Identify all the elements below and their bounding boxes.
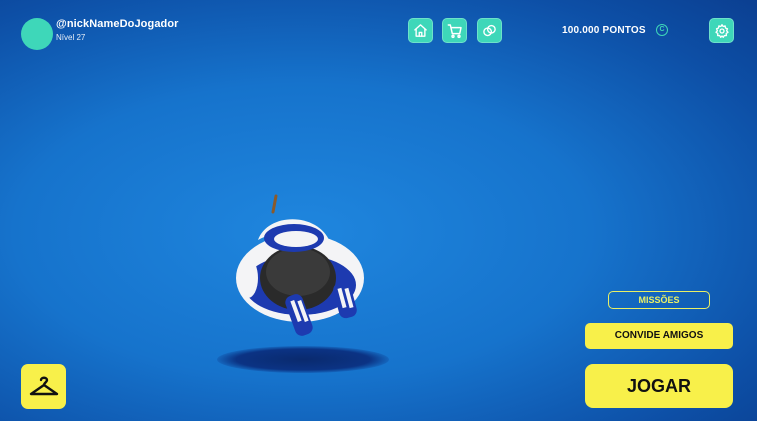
player-nickname: @nickNameDoJogador bbox=[56, 18, 179, 30]
store-button[interactable] bbox=[442, 18, 467, 43]
home-icon bbox=[414, 24, 427, 37]
player-avatar[interactable] bbox=[21, 18, 53, 50]
player-level: Nível 27 bbox=[56, 33, 86, 42]
wardrobe-rings-icon bbox=[483, 24, 496, 37]
cart-icon bbox=[447, 23, 462, 38]
collection-button[interactable] bbox=[477, 18, 502, 43]
settings-button[interactable] bbox=[709, 18, 734, 43]
hanger-icon bbox=[29, 376, 58, 395]
coin-icon: C bbox=[656, 24, 668, 36]
home-button[interactable] bbox=[408, 18, 433, 43]
play-button[interactable]: JOGAR bbox=[585, 364, 733, 408]
points-counter: 100.000 PONTOS bbox=[562, 25, 646, 36]
settings-icon bbox=[714, 23, 729, 38]
wardrobe-button[interactable] bbox=[21, 364, 66, 409]
character-shadow bbox=[217, 346, 389, 373]
invite-friends-button[interactable]: CONVIDE AMIGOS bbox=[585, 323, 733, 349]
missions-button[interactable]: MISSÕES bbox=[608, 291, 710, 309]
spaceship-character[interactable] bbox=[228, 190, 388, 340]
